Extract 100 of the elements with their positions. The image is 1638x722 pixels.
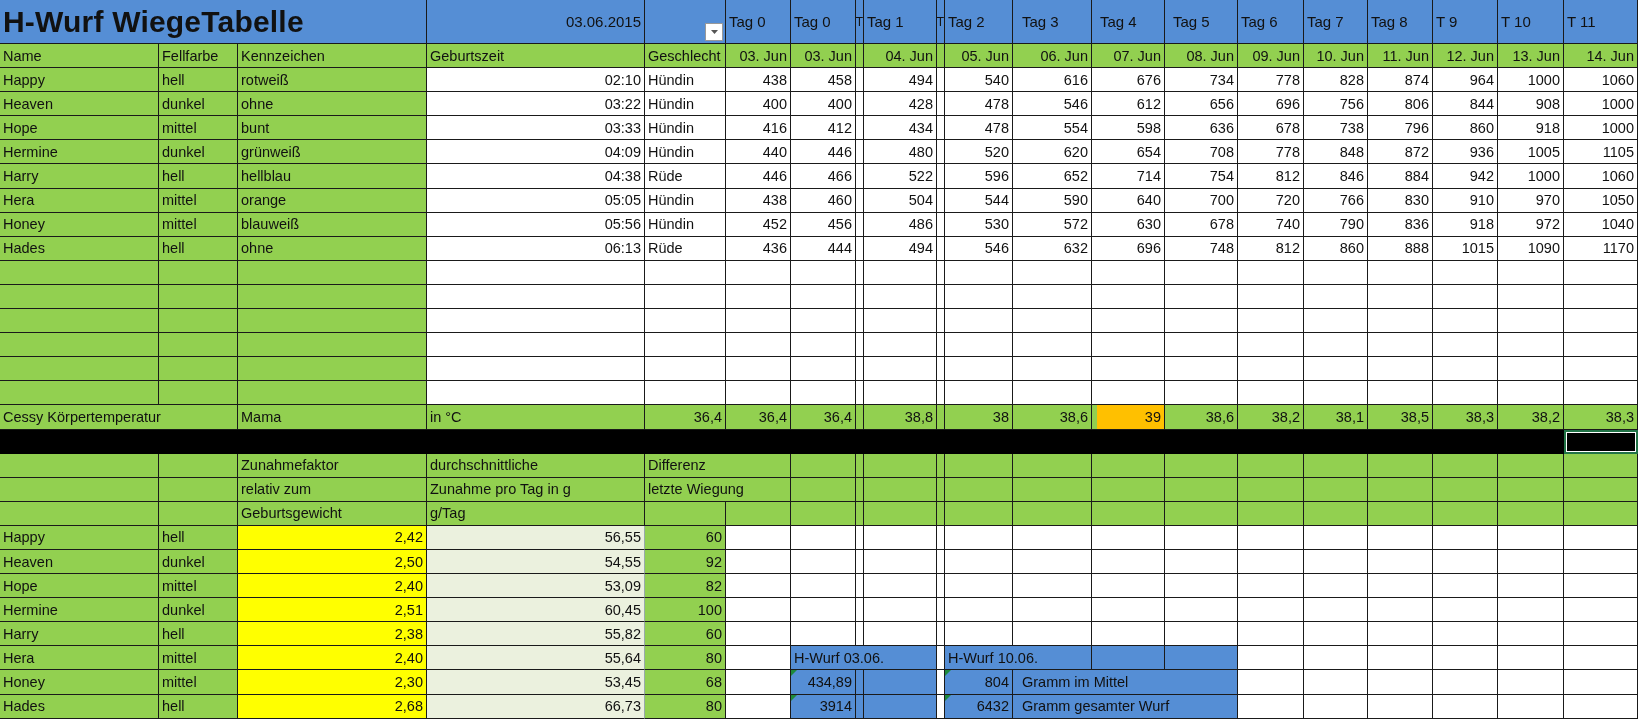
table-cell: 478	[945, 116, 1013, 141]
table-cell	[1498, 622, 1564, 647]
table-cell: 02:10	[427, 68, 645, 93]
table-cell	[1498, 694, 1564, 719]
table-cell: dunkel	[159, 598, 238, 623]
table-cell: 436	[726, 236, 791, 261]
table-cell: 1040	[1564, 212, 1638, 237]
column-header: T	[856, 0, 864, 44]
table-cell	[1433, 598, 1498, 623]
table-cell	[1304, 477, 1368, 502]
table-cell: 806	[1368, 92, 1433, 117]
column-header: Tag 4	[1097, 0, 1165, 44]
table-cell	[1498, 453, 1564, 478]
table-cell: Hündin	[645, 188, 726, 213]
table-cell	[1170, 574, 1238, 599]
table-cell	[1433, 309, 1498, 334]
filter-dropdown-button[interactable]	[705, 23, 723, 41]
table-cell	[1170, 453, 1238, 478]
table-cell	[726, 574, 791, 599]
table-cell: 778	[1238, 68, 1304, 93]
table-cell: 1000	[1564, 92, 1638, 117]
table-cell	[1498, 477, 1564, 502]
table-cell	[791, 574, 856, 599]
table-cell: 812	[1238, 164, 1304, 189]
table-cell	[945, 622, 1013, 647]
column-header: 06. Jun	[1019, 44, 1092, 69]
table-cell	[1304, 670, 1368, 695]
table-cell: 60	[645, 525, 726, 550]
table-cell: 1060	[1564, 68, 1638, 93]
table-cell: 480	[864, 140, 937, 165]
table-cell	[1433, 333, 1498, 358]
table-cell	[1304, 357, 1368, 382]
table-cell	[1498, 429, 1564, 454]
table-cell: 860	[1304, 236, 1368, 261]
table-cell	[945, 309, 1013, 334]
table-cell: 36,4	[791, 405, 856, 430]
table-cell: 708	[1170, 140, 1238, 165]
table-cell: 428	[864, 92, 937, 117]
table-cell	[1498, 333, 1564, 358]
table-cell	[791, 598, 856, 623]
table-cell	[791, 501, 856, 526]
table-cell	[945, 477, 1013, 502]
table-cell	[1433, 694, 1498, 719]
table-cell: ohne	[238, 236, 427, 261]
table-cell	[726, 549, 791, 575]
cell-value: 804	[984, 674, 1009, 690]
table-cell: 830	[1368, 188, 1433, 213]
table-cell: 1000	[1564, 116, 1638, 141]
table-cell: 540	[945, 68, 1013, 93]
table-cell: 412	[791, 116, 856, 141]
table-cell	[1238, 694, 1304, 719]
table-cell: Heaven	[0, 92, 159, 117]
table-cell: 778	[1238, 140, 1304, 165]
table-cell: 1090	[1498, 236, 1564, 261]
table-cell	[1368, 694, 1433, 719]
table-cell	[791, 357, 856, 382]
table-cell	[1368, 309, 1433, 334]
table-cell	[1238, 260, 1304, 285]
column-header: 14. Jun	[1564, 44, 1638, 69]
table-cell	[1304, 646, 1368, 671]
column-header: 07. Jun	[1097, 44, 1165, 69]
table-cell: letzte Wiegung	[645, 477, 791, 502]
table-cell	[1304, 501, 1368, 526]
table-cell: 80	[645, 646, 726, 671]
column-header: Name	[0, 44, 159, 69]
column-header: 03. Jun	[726, 44, 791, 69]
table-cell: mittel	[159, 646, 238, 671]
table-cell	[726, 284, 791, 310]
table-cell	[1238, 381, 1304, 406]
table-cell	[1433, 381, 1498, 406]
table-cell: 82	[645, 574, 726, 599]
table-cell: ohne	[238, 92, 427, 117]
table-cell	[1304, 309, 1368, 334]
table-cell: 942	[1433, 164, 1498, 189]
table-cell: 2,40	[238, 646, 427, 671]
column-header: Tag 3	[1019, 0, 1092, 44]
table-cell: hell	[159, 236, 238, 261]
table-cell: durchschnittliche	[427, 453, 645, 478]
cell-value: 3914	[819, 698, 852, 715]
table-cell	[1304, 284, 1368, 310]
table-cell: 446	[791, 140, 856, 165]
table-cell	[1368, 333, 1433, 358]
table-cell: Hermine	[0, 598, 159, 623]
table-cell	[1433, 525, 1498, 550]
table-cell	[945, 284, 1013, 310]
table-cell: blauweiß	[238, 212, 427, 237]
table-cell	[726, 381, 791, 406]
table-cell: hell	[159, 694, 238, 719]
table-cell	[1238, 598, 1304, 623]
column-header: Tag 2	[945, 0, 1013, 44]
table-cell: 38,1	[1304, 405, 1368, 430]
table-cell: 400	[726, 92, 791, 117]
table-cell: 1170	[1564, 236, 1638, 261]
table-cell: 2,50	[238, 549, 427, 575]
table-cell: 416	[726, 116, 791, 141]
table-cell: 910	[1433, 188, 1498, 213]
table-cell: 612	[1097, 92, 1165, 117]
table-cell: 38,3	[1564, 405, 1638, 430]
table-cell: 546	[1019, 92, 1092, 117]
table-cell	[1170, 260, 1238, 285]
